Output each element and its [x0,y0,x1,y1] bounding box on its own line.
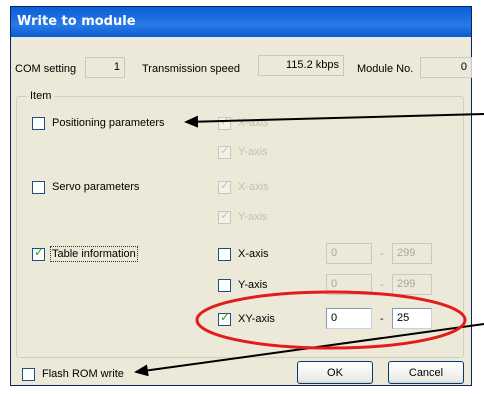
annotation-overlay [134,113,484,377]
highlight-ellipse-icon [195,290,467,350]
arrow-to-positioning-parameters [184,113,484,128]
